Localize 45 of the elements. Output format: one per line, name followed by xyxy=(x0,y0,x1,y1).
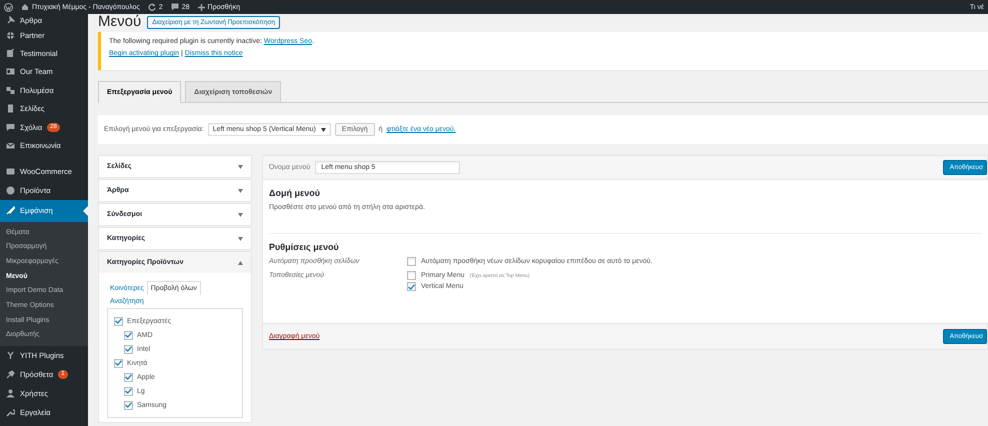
expand-arrow-icon[interactable] xyxy=(238,164,243,168)
grid-icon xyxy=(6,30,15,40)
page-icon xyxy=(6,104,15,114)
plus-icon xyxy=(198,4,205,10)
section-heading: Ρυθμίσεις μενού xyxy=(269,242,340,252)
refresh-icon xyxy=(148,3,156,11)
paintbrush-icon xyxy=(6,206,15,216)
check-icon xyxy=(125,332,132,338)
check-icon xyxy=(125,388,132,394)
pin-icon xyxy=(6,16,15,24)
expand-arrow-icon[interactable] xyxy=(238,188,243,192)
checkbox[interactable] xyxy=(114,358,123,368)
page-title: Μενού xyxy=(98,14,142,30)
check-icon xyxy=(115,360,122,366)
checkbox[interactable] xyxy=(407,257,416,266)
id-card-icon xyxy=(6,67,15,76)
dropdown-arrow-icon xyxy=(320,128,326,132)
checkbox[interactable] xyxy=(407,271,416,280)
comment-icon xyxy=(6,122,15,132)
media-icon xyxy=(6,86,15,95)
expand-arrow-icon[interactable] xyxy=(238,212,243,216)
comment-icon xyxy=(170,3,179,11)
plug-icon xyxy=(6,370,15,380)
section-heading: Δομή μενού xyxy=(269,188,321,198)
checkbox[interactable] xyxy=(124,400,133,410)
wordpress-logo-icon[interactable] xyxy=(4,2,13,12)
checkbox[interactable] xyxy=(407,282,416,291)
collapse-arrow-icon[interactable] xyxy=(238,260,243,264)
y-letter-icon xyxy=(6,351,15,360)
checkbox[interactable] xyxy=(114,316,123,326)
check-icon xyxy=(115,318,122,324)
home-icon xyxy=(21,3,29,11)
envelope-icon xyxy=(6,141,15,150)
notepad-icon xyxy=(6,49,15,58)
expand-arrow-icon[interactable] xyxy=(238,236,243,240)
check-icon xyxy=(125,402,132,408)
checkbox[interactable] xyxy=(124,386,133,396)
user-icon xyxy=(6,389,15,398)
checkbox[interactable] xyxy=(124,372,133,382)
checkbox[interactable] xyxy=(124,344,133,354)
check-icon xyxy=(125,346,132,352)
check-icon xyxy=(408,284,415,290)
check-icon xyxy=(125,374,132,380)
checkbox[interactable] xyxy=(124,330,133,340)
wrench-icon xyxy=(6,408,15,418)
